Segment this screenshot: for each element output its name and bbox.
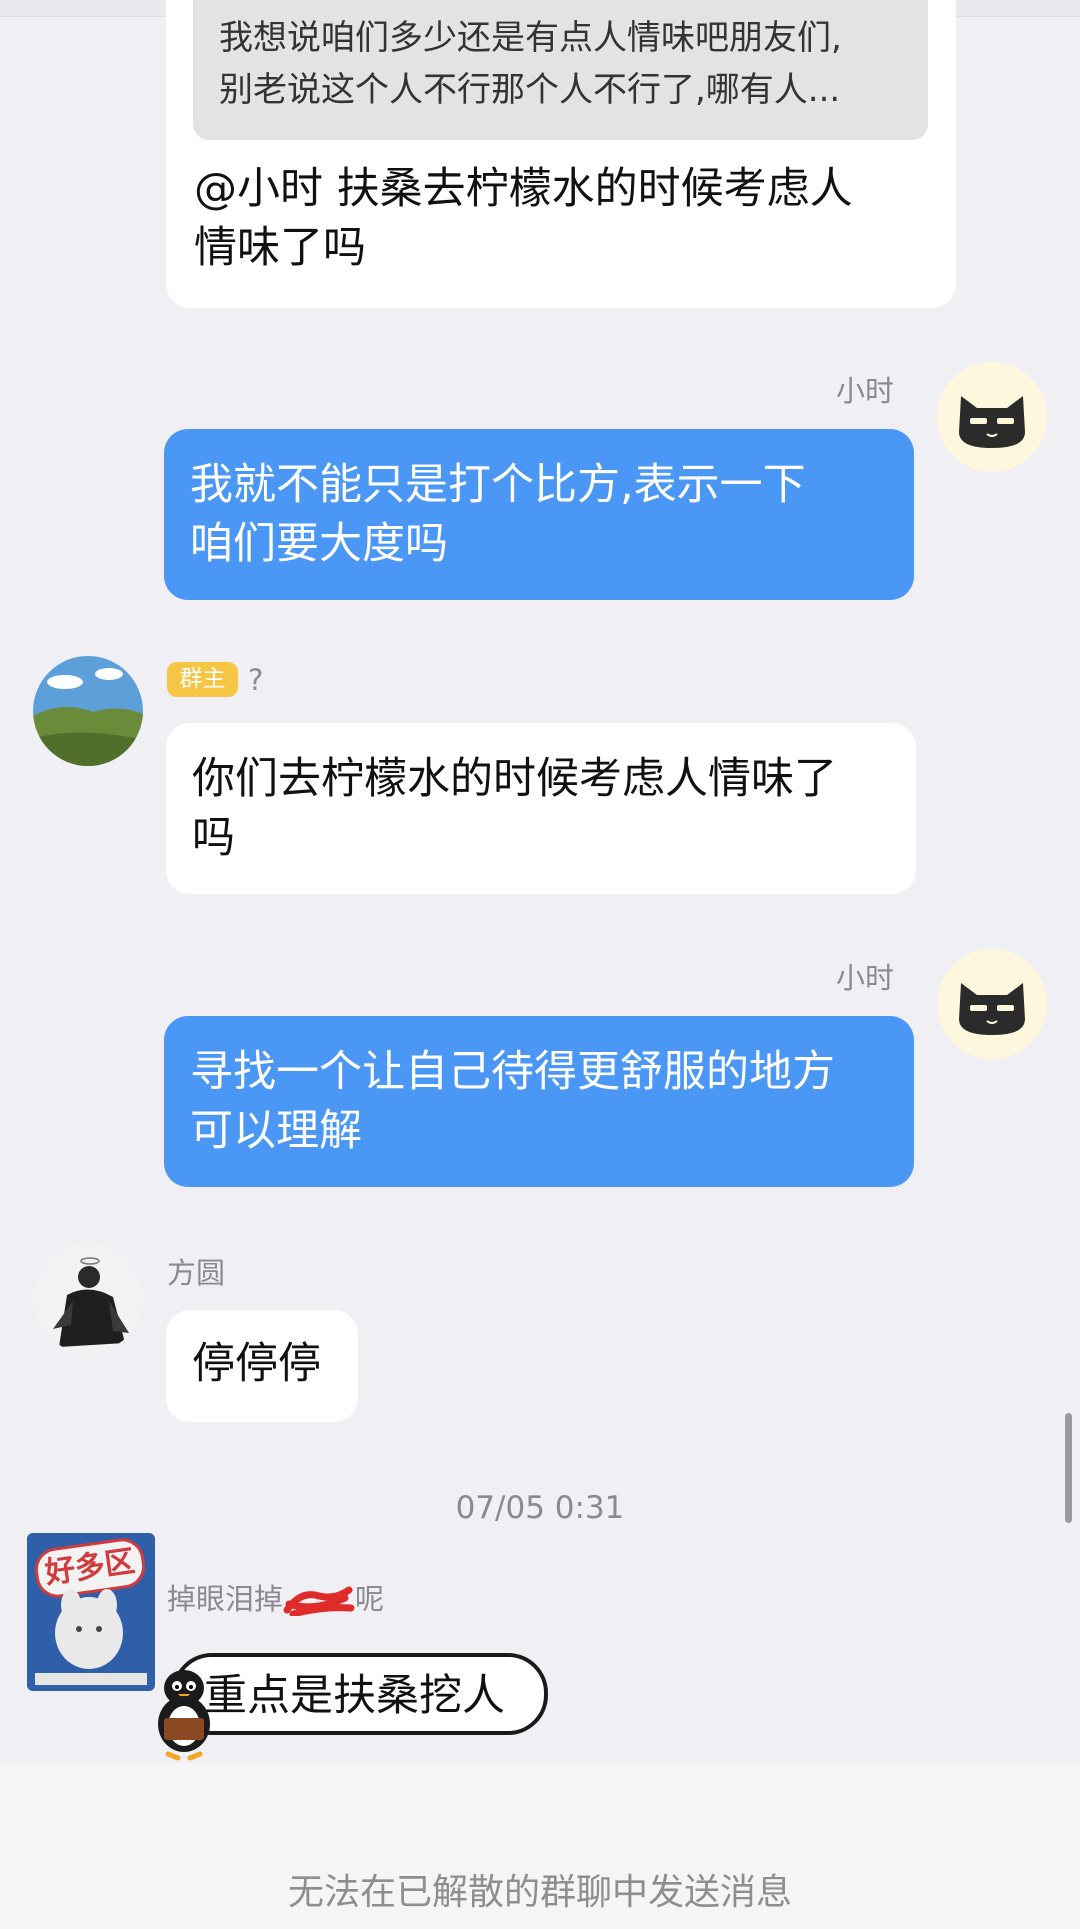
sender-name: 小时: [836, 961, 895, 995]
message-bubble-incoming[interactable]: 停停停: [166, 1310, 358, 1422]
message-text-line: 你们去柠檬水的时候考虑人情味了: [192, 754, 837, 804]
cat-avatar-icon: [959, 396, 1025, 448]
sender-name: 掉眼泪掉 呢: [167, 1576, 384, 1618]
message-text-line: @小时 扶桑去柠檬水的时候考虑人: [194, 164, 853, 214]
quoted-text-line: 别老说这个人不行那个人不行了,哪有人...: [219, 70, 841, 110]
message-text-line: 咱们要大度吗: [190, 519, 448, 569]
message-text-line: 情味了吗: [194, 223, 366, 273]
message-bubble-outgoing[interactable]: 我就不能只是打个比方,表示一下 咱们要大度吗: [164, 429, 914, 600]
avatar[interactable]: [33, 656, 143, 766]
penguin-sticker-icon: [158, 1670, 210, 1761]
message-text-line: 停停停: [192, 1339, 321, 1389]
quoted-text-line: 我想说咱们多少还是有点人情味吧朋友们,: [219, 18, 842, 58]
sender-name-text: 呢: [355, 1582, 385, 1616]
message-bubble-incoming[interactable]: 你们去柠檬水的时候考虑人情味了 吗: [166, 723, 916, 894]
sender-name: 方圆: [167, 1256, 226, 1290]
quoted-message[interactable]: 我想说咱们多少还是有点人情味吧朋友们, 别老说这个人不行那个人不行了,哪有人..…: [193, 0, 928, 140]
character-avatar-icon: [53, 1257, 129, 1347]
landscape-avatar-icon: [33, 656, 143, 766]
group-owner-badge: 群主: [167, 662, 238, 697]
sender-name: ?: [248, 663, 264, 697]
message-text-line: 吗: [192, 813, 235, 863]
message-text-line: 寻找一个让自己待得更舒服的地方: [190, 1047, 835, 1097]
message-text-line: 可以理解: [190, 1106, 362, 1156]
cat-avatar-icon: [959, 983, 1025, 1035]
timestamp: 07/05 0:31: [455, 1490, 625, 1526]
sender-name: 小时: [836, 374, 895, 408]
message-bubble-sticker[interactable]: 重点是扶桑挖人: [172, 1653, 548, 1735]
message-text-line: 我就不能只是打个比方,表示一下: [190, 460, 806, 510]
disbanded-group-notice: 无法在已解散的群聊中发送消息: [287, 1872, 792, 1913]
avatar[interactable]: [937, 949, 1047, 1059]
avatar[interactable]: [937, 362, 1047, 472]
avatar[interactable]: 好多区: [27, 1533, 155, 1691]
sender-name-text: 掉眼泪掉: [167, 1582, 284, 1616]
redaction-scribble: [283, 1586, 355, 1616]
message-bubble-outgoing[interactable]: 寻找一个让自己待得更舒服的地方 可以理解: [164, 1016, 914, 1187]
avatar[interactable]: [33, 1243, 143, 1353]
message-text-line: 重点是扶桑挖人: [204, 1671, 505, 1721]
cat-sticker-icon: [35, 1589, 147, 1685]
